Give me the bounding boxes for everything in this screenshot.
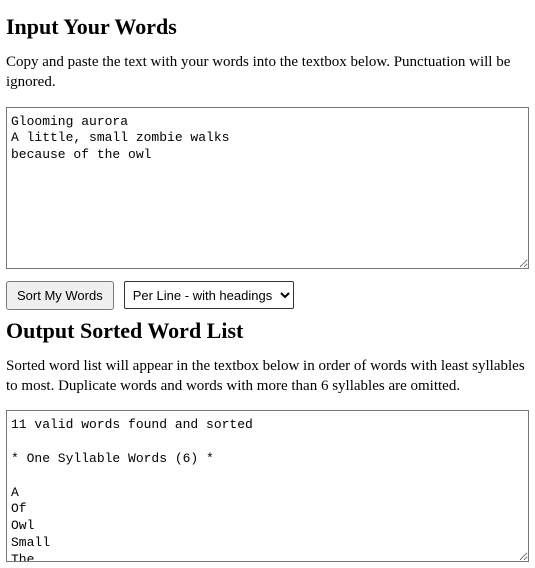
sort-button[interactable]: Sort My Words — [6, 281, 114, 310]
input-instructions: Copy and paste the text with your words … — [6, 52, 529, 93]
output-words-textarea[interactable]: 11 valid words found and sorted * One Sy… — [6, 410, 529, 562]
input-words-textarea[interactable]: Glooming aurora A little, small zombie w… — [6, 107, 529, 269]
output-heading: Output Sorted Word List — [6, 318, 529, 344]
input-heading: Input Your Words — [6, 14, 529, 40]
output-format-select[interactable]: Per Line - with headings — [124, 281, 294, 309]
output-instructions: Sorted word list will appear in the text… — [6, 356, 529, 397]
controls-row: Sort My Words Per Line - with headings — [6, 281, 529, 310]
